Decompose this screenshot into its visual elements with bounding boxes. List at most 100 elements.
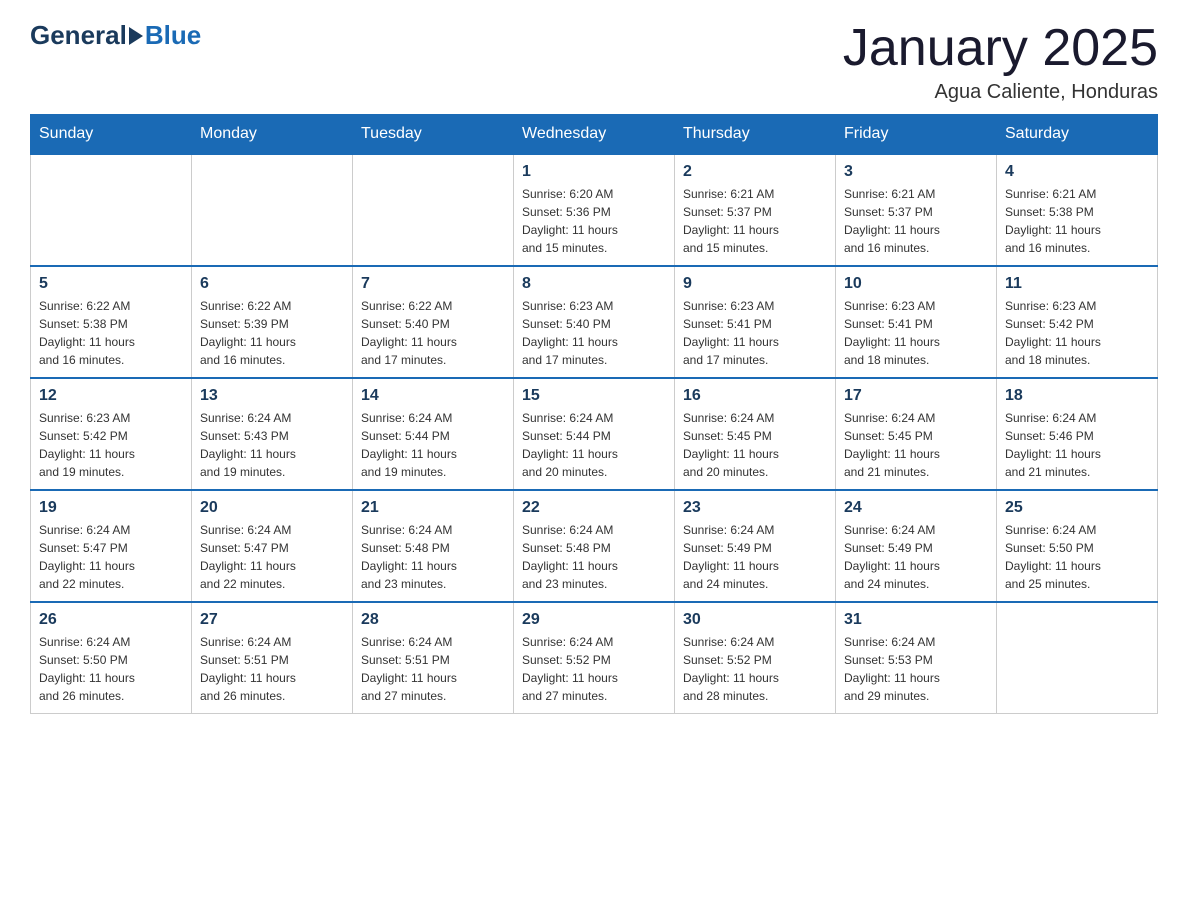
- day-number: 5: [39, 275, 183, 293]
- day-info: Sunrise: 6:24 AM Sunset: 5:45 PM Dayligh…: [683, 409, 827, 481]
- day-number: 15: [522, 387, 666, 405]
- day-info: Sunrise: 6:21 AM Sunset: 5:38 PM Dayligh…: [1005, 185, 1149, 257]
- day-cell: 16 Sunrise: 6:24 AM Sunset: 5:45 PM Dayli…: [675, 378, 836, 490]
- day-cell: 31 Sunrise: 6:24 AM Sunset: 5:53 PM Dayli…: [836, 602, 997, 714]
- day-number: 20: [200, 499, 344, 517]
- day-info: Sunrise: 6:23 AM Sunset: 5:41 PM Dayligh…: [844, 297, 988, 369]
- day-info: Sunrise: 6:23 AM Sunset: 5:42 PM Dayligh…: [39, 409, 183, 481]
- day-info: Sunrise: 6:21 AM Sunset: 5:37 PM Dayligh…: [683, 185, 827, 257]
- day-number: 12: [39, 387, 183, 405]
- day-info: Sunrise: 6:24 AM Sunset: 5:44 PM Dayligh…: [361, 409, 505, 481]
- day-info: Sunrise: 6:24 AM Sunset: 5:51 PM Dayligh…: [361, 633, 505, 705]
- day-cell: 29Sunrise: 6:24 AM Sunset: 5:52 PM Dayli…: [514, 602, 675, 714]
- day-cell: 24Sunrise: 6:24 AM Sunset: 5:49 PM Dayli…: [836, 490, 997, 602]
- day-number: 30: [683, 611, 827, 629]
- header-cell-friday: Friday: [836, 115, 997, 155]
- day-info: Sunrise: 6:24 AM Sunset: 5:48 PM Dayligh…: [361, 521, 505, 593]
- day-number: 6: [200, 275, 344, 293]
- day-cell: 3 Sunrise: 6:21 AM Sunset: 5:37 PM Daylig…: [836, 154, 997, 266]
- day-number: 26: [39, 611, 183, 629]
- day-number: 25: [1005, 499, 1149, 517]
- week-row-2: 5 Sunrise: 6:22 AM Sunset: 5:38 PM Daylig…: [31, 266, 1158, 378]
- calendar-body: 1Sunrise: 6:20 AM Sunset: 5:36 PM Daylig…: [31, 154, 1158, 714]
- header-cell-monday: Monday: [192, 115, 353, 155]
- header-cell-thursday: Thursday: [675, 115, 836, 155]
- day-info: Sunrise: 6:24 AM Sunset: 5:49 PM Dayligh…: [683, 521, 827, 593]
- day-info: Sunrise: 6:24 AM Sunset: 5:53 PM Dayligh…: [844, 633, 988, 705]
- day-cell: 28Sunrise: 6:24 AM Sunset: 5:51 PM Dayli…: [353, 602, 514, 714]
- day-info: Sunrise: 6:24 AM Sunset: 5:43 PM Dayligh…: [200, 409, 344, 481]
- day-number: 13: [200, 387, 344, 405]
- day-cell: 9 Sunrise: 6:23 AM Sunset: 5:41 PM Daylig…: [675, 266, 836, 378]
- day-info: Sunrise: 6:24 AM Sunset: 5:47 PM Dayligh…: [39, 521, 183, 593]
- title-section: January 2025 Agua Caliente, Honduras: [843, 20, 1158, 104]
- day-number: 16: [683, 387, 827, 405]
- day-cell: 17 Sunrise: 6:24 AM Sunset: 5:45 PM Dayli…: [836, 378, 997, 490]
- day-info: Sunrise: 6:21 AM Sunset: 5:37 PM Dayligh…: [844, 185, 988, 257]
- day-cell: [353, 154, 514, 266]
- day-info: Sunrise: 6:20 AM Sunset: 5:36 PM Dayligh…: [522, 185, 666, 257]
- day-info: Sunrise: 6:24 AM Sunset: 5:50 PM Dayligh…: [39, 633, 183, 705]
- day-number: 10: [844, 275, 988, 293]
- day-cell: 18Sunrise: 6:24 AM Sunset: 5:46 PM Dayli…: [997, 378, 1158, 490]
- logo-arrow-icon: [129, 27, 143, 45]
- day-cell: 5 Sunrise: 6:22 AM Sunset: 5:38 PM Daylig…: [31, 266, 192, 378]
- calendar-header: SundayMondayTuesdayWednesdayThursdayFrid…: [31, 115, 1158, 155]
- calendar-table: SundayMondayTuesdayWednesdayThursdayFrid…: [30, 114, 1158, 714]
- day-info: Sunrise: 6:24 AM Sunset: 5:49 PM Dayligh…: [844, 521, 988, 593]
- day-cell: 2Sunrise: 6:21 AM Sunset: 5:37 PM Daylig…: [675, 154, 836, 266]
- day-number: 9: [683, 275, 827, 293]
- day-cell: 20Sunrise: 6:24 AM Sunset: 5:47 PM Dayli…: [192, 490, 353, 602]
- day-info: Sunrise: 6:24 AM Sunset: 5:50 PM Dayligh…: [1005, 521, 1149, 593]
- day-number: 14: [361, 387, 505, 405]
- day-cell: 13 Sunrise: 6:24 AM Sunset: 5:43 PM Dayli…: [192, 378, 353, 490]
- day-info: Sunrise: 6:24 AM Sunset: 5:51 PM Dayligh…: [200, 633, 344, 705]
- header-cell-saturday: Saturday: [997, 115, 1158, 155]
- day-info: Sunrise: 6:23 AM Sunset: 5:41 PM Dayligh…: [683, 297, 827, 369]
- day-info: Sunrise: 6:24 AM Sunset: 5:45 PM Dayligh…: [844, 409, 988, 481]
- month-title: January 2025: [843, 20, 1158, 77]
- day-cell: 7Sunrise: 6:22 AM Sunset: 5:40 PM Daylig…: [353, 266, 514, 378]
- day-cell: 21 Sunrise: 6:24 AM Sunset: 5:48 PM Dayli…: [353, 490, 514, 602]
- day-number: 19: [39, 499, 183, 517]
- day-cell: 12 Sunrise: 6:23 AM Sunset: 5:42 PM Dayli…: [31, 378, 192, 490]
- day-cell: 25 Sunrise: 6:24 AM Sunset: 5:50 PM Dayli…: [997, 490, 1158, 602]
- day-cell: 6 Sunrise: 6:22 AM Sunset: 5:39 PM Daylig…: [192, 266, 353, 378]
- day-info: Sunrise: 6:22 AM Sunset: 5:39 PM Dayligh…: [200, 297, 344, 369]
- logo-blue: Blue: [145, 20, 201, 51]
- day-cell: [997, 602, 1158, 714]
- day-cell: 4 Sunrise: 6:21 AM Sunset: 5:38 PM Daylig…: [997, 154, 1158, 266]
- day-number: 11: [1005, 275, 1149, 293]
- day-number: 3: [844, 163, 988, 181]
- day-cell: 10 Sunrise: 6:23 AM Sunset: 5:41 PM Dayli…: [836, 266, 997, 378]
- week-row-4: 19 Sunrise: 6:24 AM Sunset: 5:47 PM Dayli…: [31, 490, 1158, 602]
- page-header: General Blue January 2025 Agua Caliente,…: [30, 20, 1158, 104]
- header-cell-tuesday: Tuesday: [353, 115, 514, 155]
- day-cell: 14 Sunrise: 6:24 AM Sunset: 5:44 PM Dayli…: [353, 378, 514, 490]
- day-cell: 1Sunrise: 6:20 AM Sunset: 5:36 PM Daylig…: [514, 154, 675, 266]
- day-number: 4: [1005, 163, 1149, 181]
- day-number: 22: [522, 499, 666, 517]
- day-number: 23: [683, 499, 827, 517]
- day-cell: [192, 154, 353, 266]
- day-info: Sunrise: 6:24 AM Sunset: 5:52 PM Dayligh…: [522, 633, 666, 705]
- day-number: 21: [361, 499, 505, 517]
- day-info: Sunrise: 6:24 AM Sunset: 5:44 PM Dayligh…: [522, 409, 666, 481]
- day-number: 31: [844, 611, 988, 629]
- day-cell: 30 Sunrise: 6:24 AM Sunset: 5:52 PM Dayli…: [675, 602, 836, 714]
- day-cell: [31, 154, 192, 266]
- day-cell: 19 Sunrise: 6:24 AM Sunset: 5:47 PM Dayli…: [31, 490, 192, 602]
- day-info: Sunrise: 6:23 AM Sunset: 5:40 PM Dayligh…: [522, 297, 666, 369]
- day-cell: 15 Sunrise: 6:24 AM Sunset: 5:44 PM Dayli…: [514, 378, 675, 490]
- day-info: Sunrise: 6:24 AM Sunset: 5:52 PM Dayligh…: [683, 633, 827, 705]
- header-row: SundayMondayTuesdayWednesdayThursdayFrid…: [31, 115, 1158, 155]
- day-info: Sunrise: 6:23 AM Sunset: 5:42 PM Dayligh…: [1005, 297, 1149, 369]
- location: Agua Caliente, Honduras: [843, 81, 1158, 104]
- day-number: 7: [361, 275, 505, 293]
- day-number: 17: [844, 387, 988, 405]
- header-cell-wednesday: Wednesday: [514, 115, 675, 155]
- day-cell: 11 Sunrise: 6:23 AM Sunset: 5:42 PM Dayli…: [997, 266, 1158, 378]
- day-cell: 8Sunrise: 6:23 AM Sunset: 5:40 PM Daylig…: [514, 266, 675, 378]
- day-cell: 26 Sunrise: 6:24 AM Sunset: 5:50 PM Dayli…: [31, 602, 192, 714]
- day-info: Sunrise: 6:22 AM Sunset: 5:38 PM Dayligh…: [39, 297, 183, 369]
